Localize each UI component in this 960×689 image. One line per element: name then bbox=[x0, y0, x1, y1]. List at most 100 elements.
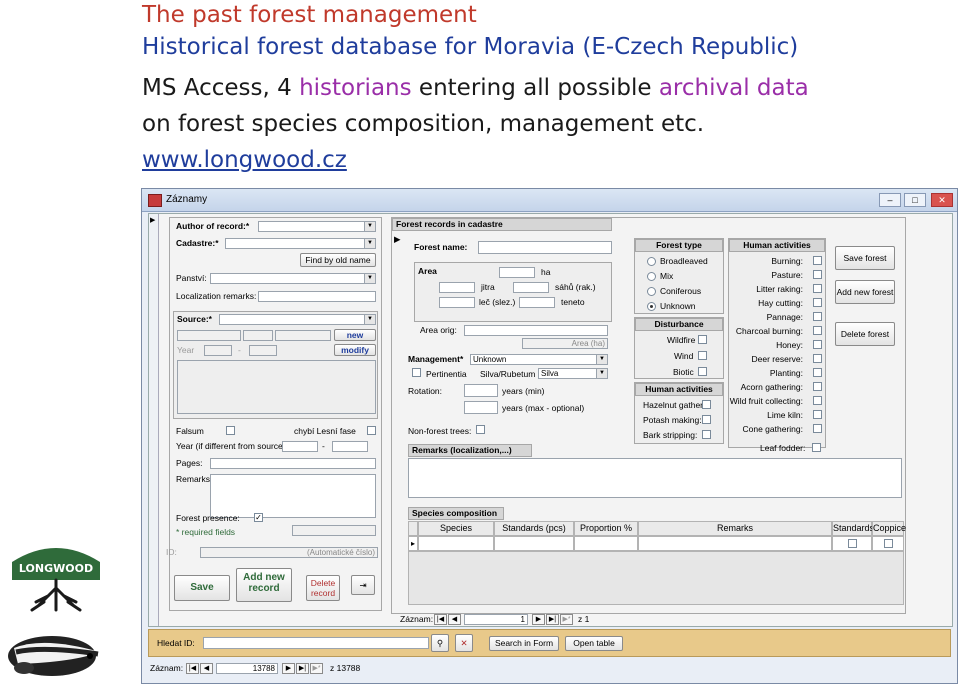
filter-clear-button[interactable]: ✕ bbox=[455, 634, 473, 652]
acorn-gathering-checkbox[interactable] bbox=[813, 382, 822, 391]
save-button[interactable]: Save bbox=[174, 575, 230, 601]
delete-record-button[interactable]: Delete record bbox=[306, 575, 340, 601]
last-record-icon[interactable]: ▶| bbox=[296, 663, 309, 674]
website-link[interactable]: www.longwood.cz bbox=[142, 143, 347, 177]
panstvi-select[interactable]: ▼ bbox=[210, 273, 376, 284]
nonforest-checkbox[interactable] bbox=[476, 425, 485, 434]
rotation-max-input[interactable] bbox=[464, 401, 498, 414]
year-diff-to-input[interactable] bbox=[332, 441, 368, 452]
open-table-button[interactable]: Open table bbox=[565, 636, 623, 651]
coppice-cell[interactable] bbox=[872, 536, 904, 551]
wind-checkbox[interactable] bbox=[698, 351, 707, 360]
first-record-icon[interactable]: |◀ bbox=[186, 663, 199, 674]
first-record-icon[interactable]: |◀ bbox=[434, 614, 447, 625]
chevron-down-icon[interactable]: ▼ bbox=[596, 355, 607, 364]
last-record-icon[interactable]: ▶| bbox=[546, 614, 559, 625]
remarks-input[interactable] bbox=[210, 474, 376, 518]
chevron-down-icon[interactable]: ▼ bbox=[364, 222, 375, 231]
localization-input[interactable] bbox=[258, 291, 376, 302]
honey-checkbox[interactable] bbox=[813, 340, 822, 349]
hazelnut-checkbox[interactable] bbox=[702, 400, 711, 409]
next-record-icon[interactable]: ▶ bbox=[282, 663, 295, 674]
forest-type-radio-mix[interactable] bbox=[647, 272, 656, 281]
species-col-remarks[interactable]: Remarks bbox=[638, 521, 832, 536]
area-orig-input[interactable] bbox=[464, 325, 608, 336]
year-diff-from-input[interactable] bbox=[282, 441, 318, 452]
hay-cutting-checkbox[interactable] bbox=[813, 298, 822, 307]
chevron-down-icon[interactable]: ▼ bbox=[364, 274, 375, 283]
find-by-old-name-button[interactable]: Find by old name bbox=[300, 253, 376, 267]
forest-remarks-input[interactable] bbox=[408, 458, 902, 498]
potash-checkbox[interactable] bbox=[702, 415, 711, 424]
bark-stripping-checkbox[interactable] bbox=[702, 430, 711, 439]
new-record-icon[interactable]: ▶* bbox=[560, 614, 573, 625]
chevron-down-icon[interactable]: ▼ bbox=[596, 369, 607, 378]
record-nav-current[interactable]: 13788 bbox=[216, 663, 278, 674]
forest-type-radio-coniferous[interactable] bbox=[647, 287, 656, 296]
wildfire-checkbox[interactable] bbox=[698, 335, 707, 344]
modify-source-button[interactable]: modify bbox=[334, 344, 376, 356]
remarks-cell[interactable] bbox=[638, 536, 832, 551]
area-ha-input[interactable] bbox=[499, 267, 535, 278]
deer-reserve-checkbox[interactable] bbox=[813, 354, 822, 363]
area-lec-input[interactable] bbox=[439, 297, 475, 308]
standards-cell[interactable] bbox=[832, 536, 872, 551]
standards-pcs-cell[interactable] bbox=[494, 536, 574, 551]
cadastre-select[interactable]: ▼ bbox=[225, 238, 376, 249]
silva-select[interactable]: Silva ▼ bbox=[538, 368, 608, 379]
rotation-min-input[interactable] bbox=[464, 384, 498, 397]
pages-input[interactable] bbox=[210, 458, 376, 469]
new-record-icon[interactable]: ▶* bbox=[310, 663, 323, 674]
species-col-species[interactable]: Species bbox=[418, 521, 494, 536]
prev-record-icon[interactable]: ◀ bbox=[200, 663, 213, 674]
species-col-coppice[interactable]: Coppice bbox=[872, 521, 906, 536]
author-select[interactable]: ▼ bbox=[258, 221, 376, 232]
chybi-checkbox[interactable] bbox=[367, 426, 376, 435]
biotic-checkbox[interactable] bbox=[698, 367, 707, 376]
burning-checkbox[interactable] bbox=[813, 256, 822, 265]
prev-record-icon[interactable]: ◀ bbox=[448, 614, 461, 625]
save-forest-button[interactable]: Save forest bbox=[835, 246, 895, 270]
area-jitra-input[interactable] bbox=[439, 282, 475, 293]
planting-checkbox[interactable] bbox=[813, 368, 822, 377]
management-select[interactable]: Unknown ▼ bbox=[470, 354, 608, 365]
maximize-button[interactable]: □ bbox=[904, 193, 926, 207]
lime-kiln-checkbox[interactable] bbox=[813, 410, 822, 419]
forest-type-radio-broadleaved[interactable] bbox=[647, 257, 656, 266]
coppice-checkbox[interactable] bbox=[884, 539, 893, 548]
proportion-cell[interactable] bbox=[574, 536, 638, 551]
cone-gathering-checkbox[interactable] bbox=[813, 424, 822, 433]
wild-fruit-checkbox[interactable] bbox=[813, 396, 822, 405]
chevron-down-icon[interactable]: ▼ bbox=[364, 239, 375, 248]
next-record-icon[interactable]: ▶ bbox=[532, 614, 545, 625]
species-col-proportion[interactable]: Proportion % bbox=[574, 521, 638, 536]
new-source-button[interactable]: new bbox=[334, 329, 376, 341]
species-nav-current[interactable]: 1 bbox=[464, 614, 528, 625]
exit-button[interactable]: ⇥ bbox=[351, 575, 375, 595]
pasture-checkbox[interactable] bbox=[813, 270, 822, 279]
charcoal-burning-checkbox[interactable] bbox=[813, 326, 822, 335]
source-select[interactable]: ▼ bbox=[219, 314, 376, 325]
close-button[interactable]: ✕ bbox=[931, 193, 953, 207]
record-selector[interactable]: ▶ bbox=[149, 214, 159, 626]
add-record-button[interactable]: Add new record bbox=[236, 568, 292, 602]
forest-name-input[interactable] bbox=[478, 241, 612, 254]
standards-checkbox[interactable] bbox=[848, 539, 857, 548]
leaf-fodder-checkbox[interactable] bbox=[812, 443, 821, 452]
falsum-checkbox[interactable] bbox=[226, 426, 235, 435]
minimize-button[interactable]: – bbox=[879, 193, 901, 207]
species-col-standards-pcs[interactable]: Standards (pcs) bbox=[494, 521, 574, 536]
filter-apply-button[interactable]: ⚲ bbox=[431, 634, 449, 652]
pertinentia-checkbox[interactable] bbox=[412, 368, 421, 377]
add-forest-button[interactable]: Add new forest bbox=[835, 280, 895, 304]
area-sahu-input[interactable] bbox=[513, 282, 549, 293]
forest-presence-checkbox[interactable]: ✓ bbox=[254, 513, 263, 522]
pannage-checkbox[interactable] bbox=[813, 312, 822, 321]
area-teneto-input[interactable] bbox=[519, 297, 555, 308]
hledat-id-input[interactable] bbox=[203, 637, 429, 649]
forest-type-radio-unknown[interactable] bbox=[647, 302, 656, 311]
species-col-standards[interactable]: Standards bbox=[832, 521, 874, 536]
delete-forest-button[interactable]: Delete forest bbox=[835, 322, 895, 346]
species-cell[interactable] bbox=[418, 536, 494, 551]
search-in-form-button[interactable]: Search in Form bbox=[489, 636, 559, 651]
